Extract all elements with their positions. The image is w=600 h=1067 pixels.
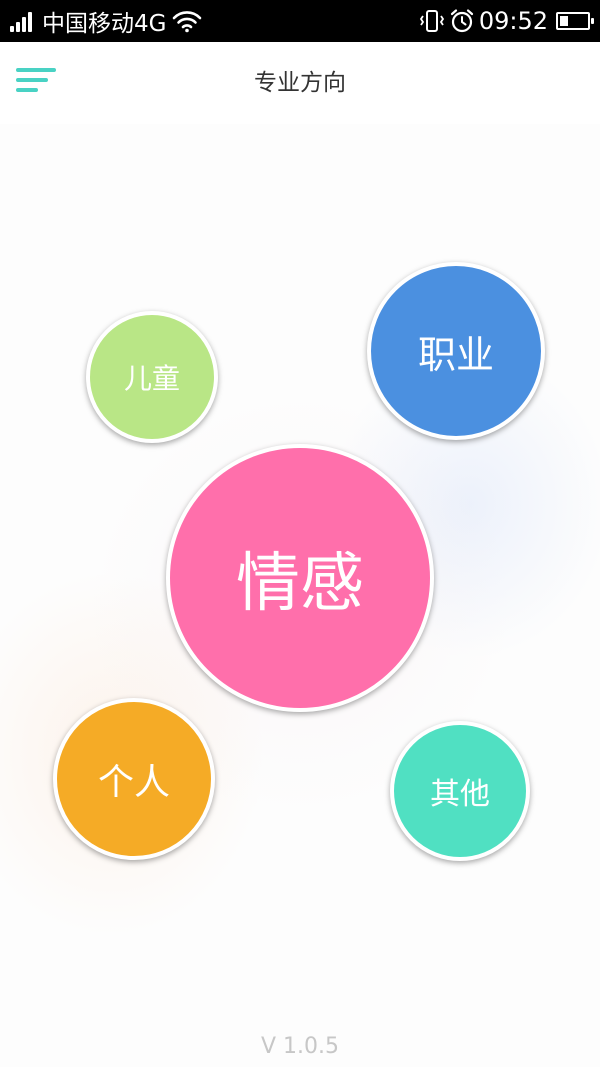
status-bar: 中国移动4G 09:52: [0, 0, 600, 42]
wifi-icon: [173, 11, 202, 33]
screen: 中国移动4G 09:52 专业方向 儿童 职业 情感 个人 其他 V 1.0.5: [0, 0, 600, 1067]
status-bar-left: 中国移动4G: [10, 0, 202, 42]
alarm-icon: [450, 9, 473, 33]
category-label-other: 其他: [430, 777, 490, 812]
carrier-label: 中国移动4G: [42, 11, 167, 37]
status-bar-right: 09:52: [419, 0, 594, 42]
category-bubble-personal[interactable]: 个人: [53, 698, 215, 860]
category-canvas: 儿童 职业 情感 个人 其他: [0, 124, 600, 1067]
category-label-personal: 个人: [97, 762, 170, 803]
page-title: 专业方向: [254, 70, 346, 96]
battery-icon: [556, 12, 594, 30]
app-header: 专业方向: [0, 42, 600, 124]
app-version: V 1.0.5: [260, 1034, 340, 1059]
category-bubble-emotion[interactable]: 情感: [166, 444, 434, 712]
category-bubble-career[interactable]: 职业: [367, 262, 545, 440]
category-bubble-other[interactable]: 其他: [390, 721, 530, 861]
battery-level-fill: [560, 16, 568, 26]
menu-icon[interactable]: [16, 68, 58, 100]
category-label-emotion: 情感: [236, 547, 364, 621]
category-bubble-child[interactable]: 儿童: [86, 311, 218, 443]
vibrate-icon: [419, 10, 444, 32]
category-label-child: 儿童: [123, 362, 180, 395]
category-label-career: 职业: [417, 332, 494, 377]
status-time: 09:52: [478, 7, 548, 35]
signal-icon: [10, 10, 34, 32]
